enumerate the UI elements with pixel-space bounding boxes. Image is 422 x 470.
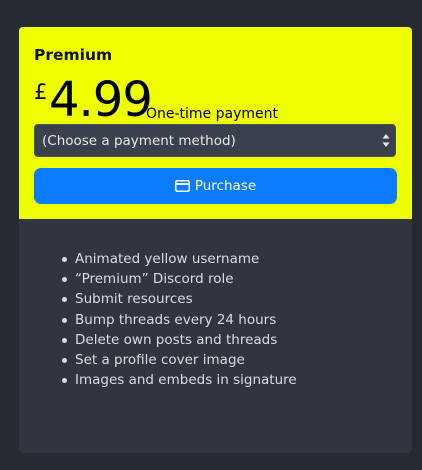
feature-text: Bump threads every 24 hours — [75, 311, 277, 328]
feature-text: Delete own posts and threads — [75, 331, 278, 348]
feature-item: Images and embeds in signature — [62, 370, 297, 390]
credit-card-icon — [174, 180, 190, 192]
bullet-icon — [62, 277, 67, 283]
bullet-icon — [62, 297, 67, 303]
feature-item: Delete own posts and threads — [62, 330, 297, 350]
purchase-button[interactable]: Purchase — [34, 168, 397, 204]
feature-item: Submit resources — [62, 289, 297, 309]
price-amount: 4.99 — [49, 72, 153, 128]
bullet-icon — [62, 357, 67, 363]
purchase-button-label: Purchase — [194, 178, 257, 194]
plan-title: Premium — [34, 46, 113, 64]
feature-text: “Premium” Discord role — [75, 271, 234, 288]
feature-item: “Premium” Discord role — [62, 269, 297, 289]
payment-method-value: (Choose a payment method) — [42, 133, 236, 149]
feature-text: Set a profile cover image — [75, 351, 245, 368]
feature-item: Animated yellow username — [62, 249, 297, 269]
feature-item: Set a profile cover image — [62, 350, 297, 370]
feature-list: Animated yellow username “Premium” Disco… — [62, 249, 297, 390]
bullet-icon — [62, 257, 67, 262]
feature-text: Images and embeds in signature — [75, 372, 297, 389]
bullet-icon — [62, 378, 67, 384]
price-note: One-time payment — [146, 106, 279, 122]
payment-method-select[interactable]: (Choose a payment method) — [34, 124, 396, 157]
bullet-icon — [62, 337, 67, 343]
feature-text: Animated yellow username — [75, 251, 260, 267]
select-arrows-icon — [382, 134, 390, 147]
feature-item: Bump threads every 24 hours — [62, 310, 297, 330]
currency-symbol: £ — [34, 80, 48, 104]
feature-text: Submit resources — [75, 291, 193, 308]
premium-plan-card: Premium £ 4.99 One-time payment (Choose … — [19, 27, 412, 453]
bullet-icon — [62, 317, 67, 323]
plan-header: Premium £ 4.99 One-time payment (Choose … — [19, 27, 412, 219]
